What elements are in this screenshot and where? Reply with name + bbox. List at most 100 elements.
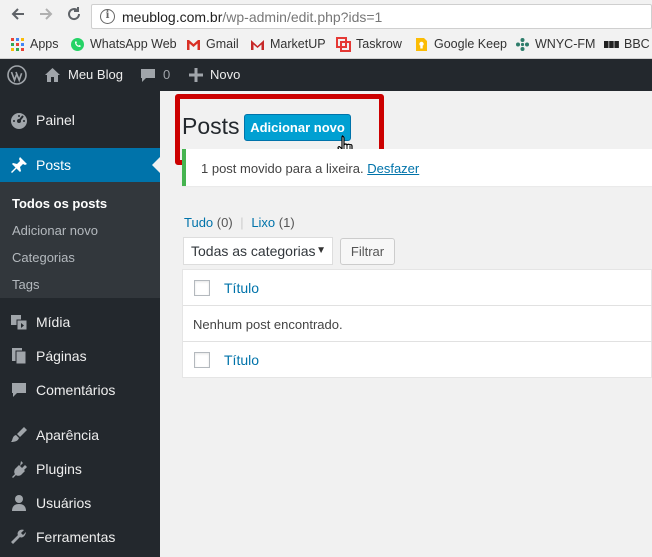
plus-icon — [189, 68, 203, 82]
notice-text: 1 post movido para a lixeira. — [201, 161, 364, 176]
admin-sidebar: Painel Posts Todos os posts Adicionar no… — [0, 91, 160, 557]
url-path: /wp-admin/edit.php?ids=1 — [222, 9, 383, 25]
bookmark-label: Taskrow — [356, 37, 402, 51]
bookmark-label: Apps — [30, 37, 59, 51]
bookmark-label: Gmail — [206, 37, 239, 51]
menu-label: Comentários — [36, 382, 116, 398]
plugins-icon — [9, 459, 29, 479]
reload-icon[interactable] — [63, 5, 85, 27]
wordpress-logo-icon — [7, 65, 27, 85]
active-indicator — [152, 157, 160, 173]
view-separator: | — [240, 215, 244, 230]
menu-label: Ferramentas — [36, 529, 116, 545]
pin-icon — [9, 155, 29, 175]
info-icon[interactable]: i — [100, 9, 115, 24]
no-posts-message: Nenhum post encontrado. — [193, 317, 343, 332]
media-icon — [9, 312, 29, 332]
bookmark-whatsapp[interactable]: WhatsApp Web — [70, 33, 177, 55]
bookmark-label: WNYC-FM — [535, 37, 596, 51]
select-all-checkbox-footer[interactable] — [194, 352, 210, 368]
view-trash-count: (1) — [278, 215, 295, 230]
view-trash-link[interactable]: Lixo — [251, 215, 275, 230]
bookmark-label: BBC N — [624, 37, 652, 51]
posts-submenu: Todos os posts Adicionar novo Categorias… — [0, 182, 160, 298]
view-all-count: (0) — [216, 215, 233, 230]
menu-label: Plugins — [36, 461, 82, 477]
trash-notice: 1 post movido para a lixeira. Desfazer — [182, 149, 652, 186]
menu-label: Usuários — [36, 495, 92, 511]
wnyc-icon — [515, 37, 530, 52]
bookmark-google-keep[interactable]: Google Keep — [414, 33, 507, 55]
wordpress-logo[interactable] — [7, 59, 27, 91]
google-keep-icon — [414, 37, 429, 52]
bookmark-taskrow[interactable]: Taskrow — [336, 33, 402, 55]
menu-item-aparencia[interactable]: Aparência — [0, 418, 160, 452]
bookmark-apps[interactable]: Apps — [10, 33, 59, 55]
site-name: Meu Blog — [68, 67, 123, 82]
back-arrow-icon[interactable] — [7, 5, 29, 27]
address-bar[interactable]: i meublog.com.br/wp-admin/edit.php?ids=1 — [91, 4, 652, 29]
menu-item-posts[interactable]: Posts — [0, 148, 160, 182]
forward-arrow-icon[interactable] — [35, 5, 57, 27]
dashboard-icon — [9, 110, 29, 130]
new-content-link[interactable]: Novo — [189, 59, 240, 91]
submenu-add-new[interactable]: Adicionar novo — [12, 223, 98, 238]
post-status-views: Tudo (0) | Lixo (1) — [184, 215, 295, 230]
category-select-value: Todas as categorias — [191, 243, 316, 259]
whatsapp-icon — [70, 37, 85, 52]
new-label: Novo — [210, 67, 241, 82]
pages-icon — [9, 346, 29, 366]
bookmark-label: MarketUP — [270, 37, 326, 51]
category-filter-select[interactable]: Todas as categorias ▼ — [183, 237, 333, 265]
menu-item-midia[interactable]: Mídia — [0, 305, 160, 339]
bookmark-wnyc[interactable]: WNYC-FM — [515, 33, 595, 55]
users-icon — [9, 493, 29, 513]
menu-item-comentarios[interactable]: Comentários — [0, 373, 160, 407]
marketup-icon — [250, 37, 265, 52]
taskrow-icon — [336, 36, 351, 52]
menu-label: Painel — [36, 112, 75, 128]
bbc-icon — [604, 37, 619, 52]
table-header-row: Título — [183, 270, 652, 306]
apps-grid-icon — [10, 37, 25, 52]
posts-table: Título Nenhum post encontrado. Título — [182, 269, 652, 378]
view-all-link[interactable]: Tudo — [184, 215, 213, 230]
comment-icon — [9, 380, 29, 400]
menu-label: Aparência — [36, 427, 100, 443]
submenu-categories[interactable]: Categorias — [12, 250, 75, 265]
tools-icon — [9, 527, 29, 547]
wp-admin-bar: Meu Blog 0 Novo — [0, 59, 652, 91]
appearance-icon — [9, 425, 29, 445]
bookmark-marketup[interactable]: MarketUP — [250, 33, 326, 55]
menu-label: Posts — [36, 157, 72, 173]
bookmark-label: Google Keep — [434, 37, 507, 51]
comments-link[interactable]: 0 — [140, 59, 170, 91]
filter-button[interactable]: Filtrar — [340, 238, 395, 265]
site-name-link[interactable]: Meu Blog — [44, 59, 123, 91]
submenu-tags[interactable]: Tags — [12, 277, 39, 292]
bookmark-bbc[interactable]: BBC N — [604, 33, 652, 55]
table-footer-row: Título — [183, 342, 652, 378]
table-row: Nenhum post encontrado. — [183, 306, 652, 342]
menu-item-plugins[interactable]: Plugins — [0, 452, 160, 486]
main-content: Posts Adicionar novo 1 post movido para … — [160, 91, 652, 557]
comments-count: 0 — [163, 67, 171, 82]
menu-label: Mídia — [36, 314, 71, 330]
menu-item-painel[interactable]: Painel — [0, 103, 160, 137]
title-column-footer[interactable]: Título — [224, 352, 259, 368]
bookmark-label: WhatsApp Web — [90, 37, 177, 51]
submenu-all-posts[interactable]: Todos os posts — [12, 196, 107, 211]
gmail-icon — [186, 37, 201, 52]
menu-item-usuarios[interactable]: Usuários — [0, 486, 160, 520]
menu-item-ferramentas[interactable]: Ferramentas — [0, 520, 160, 554]
bookmarks-bar: Apps WhatsApp Web Gmail MarketUP Taskrow — [0, 33, 652, 55]
notice-message: 1 post movido para a lixeira. Desfazer — [201, 161, 419, 176]
title-column-header[interactable]: Título — [224, 280, 259, 296]
browser-chrome: i meublog.com.br/wp-admin/edit.php?ids=1… — [0, 0, 652, 59]
bookmark-gmail[interactable]: Gmail — [186, 33, 239, 55]
select-all-checkbox[interactable] — [194, 280, 210, 296]
comment-bubble-icon — [141, 68, 155, 82]
menu-item-paginas[interactable]: Páginas — [0, 339, 160, 373]
menu-label: Páginas — [36, 348, 87, 364]
undo-link[interactable]: Desfazer — [367, 161, 419, 176]
